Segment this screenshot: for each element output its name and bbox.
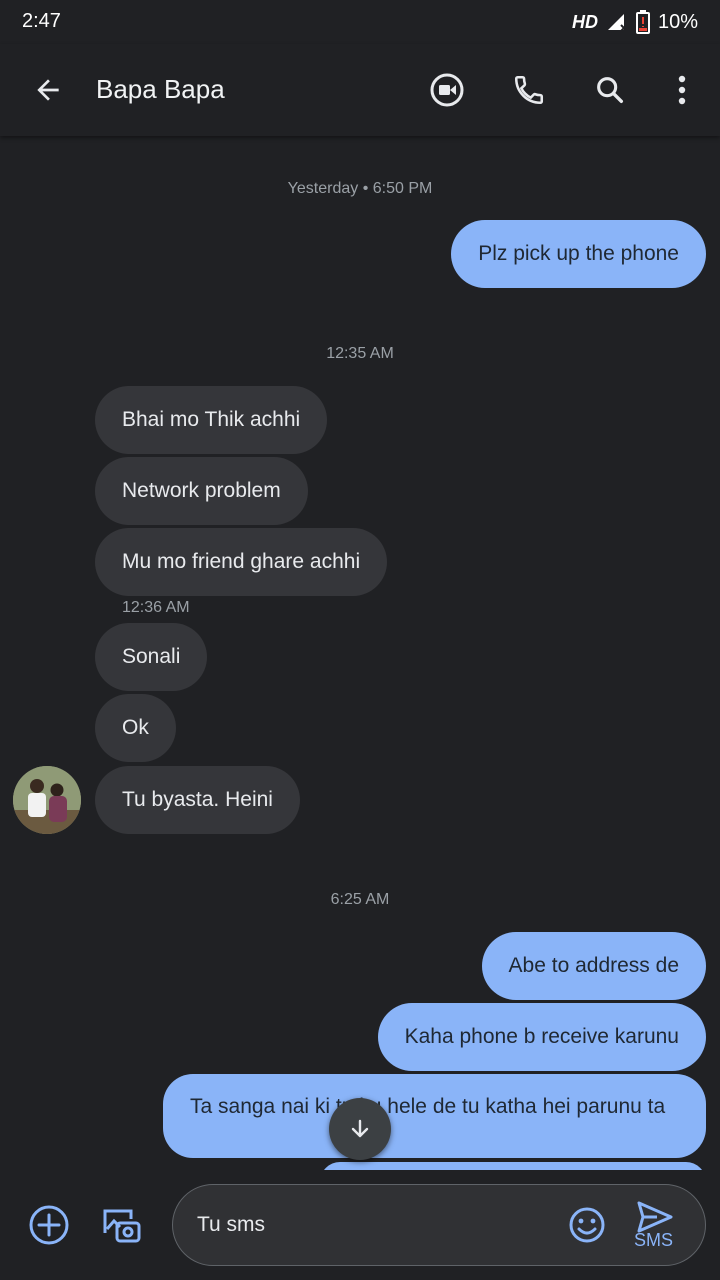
search-icon xyxy=(597,77,624,104)
video-call-icon xyxy=(430,73,464,107)
phone-icon xyxy=(514,75,544,105)
incoming-message[interactable]: Tu byasta. Heini xyxy=(95,766,300,834)
arrow-down-icon xyxy=(351,1119,369,1138)
incoming-message[interactable]: Network problem xyxy=(95,457,308,525)
gallery-button[interactable] xyxy=(96,1200,146,1250)
outgoing-message[interactable]: Kaha phone b receive karunu xyxy=(377,1003,706,1071)
status-time: 2:47 xyxy=(22,10,61,32)
timestamp: 12:35 AM xyxy=(326,345,394,362)
back-button[interactable] xyxy=(24,66,72,114)
battery-percent: 10% xyxy=(657,10,698,33)
incoming-message[interactable]: Sonali xyxy=(95,623,208,691)
signal-icon xyxy=(607,14,628,32)
gallery-camera-icon xyxy=(103,1209,141,1243)
battery-icon xyxy=(635,10,650,34)
outgoing-message[interactable]: Abe to address de xyxy=(481,932,706,1000)
status-icons: HD 10% xyxy=(572,10,698,34)
avatar-photo xyxy=(13,766,81,834)
timestamp: Yesterday • 6:50 PM xyxy=(287,180,433,197)
outgoing-message-partial[interactable] xyxy=(320,1162,706,1170)
outgoing-message[interactable]: Plz pick up the phone xyxy=(451,220,706,288)
incoming-message[interactable]: Ok xyxy=(95,694,176,762)
message-input[interactable]: Tu sms xyxy=(172,1184,706,1266)
emoji-icon xyxy=(569,1207,605,1243)
search-button[interactable] xyxy=(586,66,634,114)
attach-button[interactable] xyxy=(24,1200,74,1250)
outgoing-message[interactable]: Ta sanga nai ki tu ku hele de tu katha h… xyxy=(163,1074,706,1158)
more-vert-icon xyxy=(678,75,686,105)
video-call-button[interactable] xyxy=(423,66,471,114)
status-bar: 2:47 HD 10% xyxy=(0,0,720,44)
timestamp: 6:25 AM xyxy=(330,891,390,908)
compose-bar: Tu sms SMS xyxy=(0,1170,720,1280)
arrow-back-icon xyxy=(37,79,59,101)
call-button[interactable] xyxy=(505,66,553,114)
timestamp: 12:36 AM xyxy=(122,599,190,616)
send-mode-label: SMS xyxy=(634,1230,674,1250)
incoming-message[interactable]: Mu mo friend ghare achhi xyxy=(95,528,388,596)
contact-name[interactable]: Bapa Bapa xyxy=(96,74,225,105)
network-type-label: HD xyxy=(571,11,598,32)
conversation-header: Bapa Bapa xyxy=(0,44,720,136)
emoji-button[interactable] xyxy=(562,1200,612,1250)
scroll-to-bottom-button[interactable] xyxy=(329,1098,391,1160)
incoming-message[interactable]: Bhai mo Thik achhi xyxy=(95,386,328,454)
message-input-text: Tu sms xyxy=(197,1213,266,1236)
add-circle-icon xyxy=(29,1205,69,1245)
contact-avatar[interactable] xyxy=(13,766,81,834)
more-options-button[interactable] xyxy=(658,66,706,114)
message-thread[interactable]: Yesterday • 6:50 PM Plz pick up the phon… xyxy=(0,136,720,1170)
